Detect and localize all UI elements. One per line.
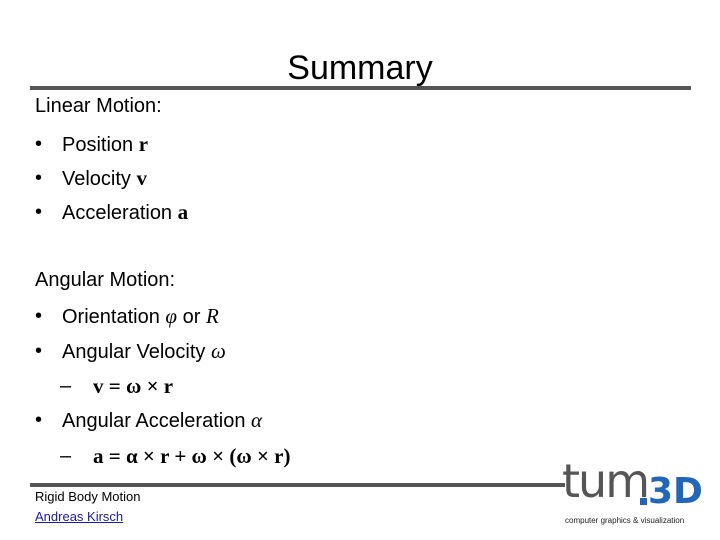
logo-dot [640, 498, 647, 505]
symbol-v: v [136, 166, 148, 190]
bullet: • [35, 340, 43, 362]
footer-author-link[interactable]: Andreas Kirsch [35, 509, 123, 525]
bullet: • [35, 133, 43, 155]
item-label: Position [62, 134, 134, 156]
slide-title: Summary [287, 49, 433, 87]
symbol-alpha: α [251, 408, 263, 432]
title-divider [30, 86, 691, 90]
bullet: • [35, 201, 43, 223]
logo-wordmark: tum [562, 454, 650, 508]
equation-acceleration: a = α × r + ω × (ω × r) [93, 444, 291, 468]
footer-title: Rigid Body Motion [35, 489, 141, 504]
item-label: Angular Velocity [62, 341, 206, 363]
equation-velocity: v = ω × r [93, 374, 174, 398]
symbol-R: R [205, 304, 219, 328]
symbol-phi: φ [165, 304, 178, 328]
logo-suffix: 3D [648, 471, 703, 512]
dash: – [60, 445, 72, 467]
dash: – [60, 375, 72, 397]
angular-heading: Angular Motion: [35, 269, 176, 291]
symbol-a: a [177, 200, 189, 224]
item-label: Velocity [62, 168, 131, 190]
item-label: Acceleration [62, 202, 173, 224]
logo-tagline: computer graphics & visualization [565, 516, 685, 525]
item-label: Angular Acceleration [62, 410, 246, 432]
symbol-omega: ω [210, 339, 226, 363]
tum3d-logo: tum 3D computer graphics & visualization [560, 456, 710, 532]
item-label: Orientation [62, 306, 160, 328]
symbol-r: r [138, 132, 149, 156]
footer-divider [30, 483, 565, 487]
linear-heading: Linear Motion: [35, 95, 162, 117]
bullet: • [35, 409, 43, 431]
bullet: • [35, 167, 43, 189]
bullet: • [35, 305, 43, 327]
connector-text: or [182, 306, 201, 328]
